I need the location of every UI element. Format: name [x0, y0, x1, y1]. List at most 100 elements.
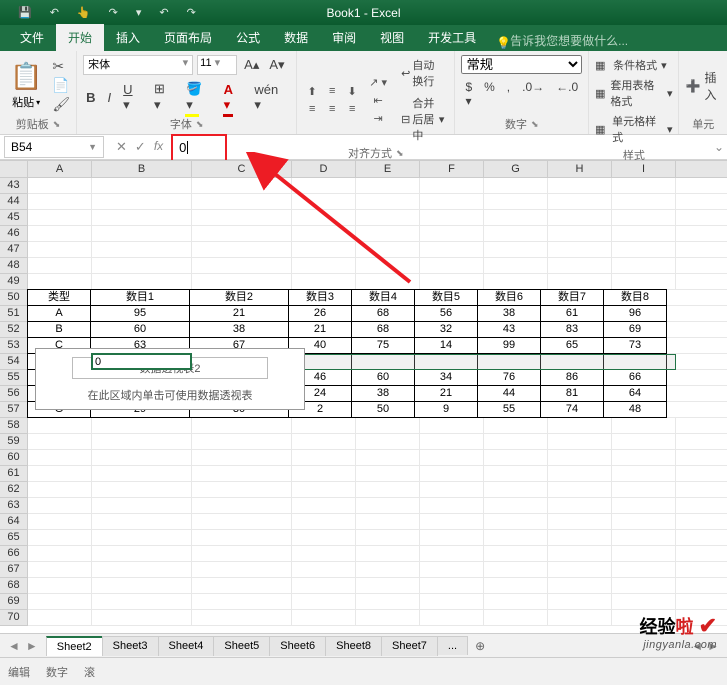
cell-E43[interactable]	[356, 178, 420, 193]
cell-H70[interactable]	[548, 610, 612, 625]
cell-B61[interactable]	[92, 466, 192, 481]
clipboard-launcher-icon[interactable]: ⬊	[53, 119, 61, 130]
cell-F60[interactable]	[420, 450, 484, 465]
cell-F68[interactable]	[420, 578, 484, 593]
col-header-H[interactable]: H	[548, 161, 612, 177]
cell-G49[interactable]	[484, 274, 548, 289]
cell-C52[interactable]: 38	[189, 321, 289, 338]
sheet-more[interactable]: ...	[437, 636, 468, 655]
cell-H69[interactable]	[548, 594, 612, 609]
cell-F55[interactable]: 34	[414, 369, 478, 386]
cell-E59[interactable]	[356, 434, 420, 449]
increase-decimal-icon[interactable]: .0→	[518, 78, 548, 110]
cell-I61[interactable]	[612, 466, 676, 481]
cell-I53[interactable]: 73	[603, 337, 667, 354]
cell-B66[interactable]	[92, 546, 192, 561]
cell-A68[interactable]	[28, 578, 92, 593]
cell-I59[interactable]	[612, 434, 676, 449]
cell-G61[interactable]	[484, 466, 548, 481]
select-all-button[interactable]	[0, 161, 28, 177]
cell-H68[interactable]	[548, 578, 612, 593]
cell-A62[interactable]	[28, 482, 92, 497]
cell-G52[interactable]: 43	[477, 321, 541, 338]
cell-B69[interactable]	[92, 594, 192, 609]
cell-D67[interactable]	[292, 562, 356, 577]
cell-I51[interactable]: 96	[603, 305, 667, 322]
font-name-select[interactable]: 宋体 ▾	[83, 55, 193, 75]
cell-G65[interactable]	[484, 530, 548, 545]
cell-G56[interactable]: 44	[477, 385, 541, 402]
name-box[interactable]: B54 ▼	[4, 136, 104, 158]
cell-B63[interactable]	[92, 498, 192, 513]
cell-F57[interactable]: 9	[414, 401, 478, 418]
cell-C47[interactable]	[192, 242, 292, 257]
cell-G53[interactable]: 99	[477, 337, 541, 354]
cell-B45[interactable]	[92, 210, 192, 225]
col-header-B[interactable]: B	[92, 161, 192, 177]
cell-I54[interactable]	[603, 353, 667, 370]
row-header-63[interactable]: 63	[0, 498, 27, 514]
cell-C65[interactable]	[192, 530, 292, 545]
cell-G50[interactable]: 数目6	[477, 289, 541, 306]
cell-F70[interactable]	[420, 610, 484, 625]
number-format-select[interactable]: 常规	[461, 55, 582, 74]
cell-H49[interactable]	[548, 274, 612, 289]
cell-D46[interactable]	[292, 226, 356, 241]
cell-C51[interactable]: 21	[189, 305, 289, 322]
row-header-48[interactable]: 48	[0, 258, 27, 274]
row-header-54[interactable]: 54	[0, 354, 27, 370]
cell-F50[interactable]: 数目5	[414, 289, 478, 306]
cell-F62[interactable]	[420, 482, 484, 497]
phonetic-button[interactable]: wén ▾	[251, 80, 290, 115]
row-header-67[interactable]: 67	[0, 562, 27, 578]
cell-H47[interactable]	[548, 242, 612, 257]
align-middle-icon[interactable]: ≡	[323, 83, 341, 99]
cell-B58[interactable]	[92, 418, 192, 433]
cell-D43[interactable]	[292, 178, 356, 193]
cell-I45[interactable]	[612, 210, 676, 225]
tab-dev[interactable]: 开发工具	[416, 24, 488, 51]
cell-C58[interactable]	[192, 418, 292, 433]
cell-H44[interactable]	[548, 194, 612, 209]
tab-insert[interactable]: 插入	[104, 24, 152, 51]
cell-B48[interactable]	[92, 258, 192, 273]
bold-button[interactable]: B	[83, 88, 98, 107]
cell-B62[interactable]	[92, 482, 192, 497]
cell-I66[interactable]	[612, 546, 676, 561]
cell-I67[interactable]	[612, 562, 676, 577]
sheet-tab-Sheet4[interactable]: Sheet4	[158, 636, 215, 656]
cell-B68[interactable]	[92, 578, 192, 593]
cell-E45[interactable]	[356, 210, 420, 225]
row-header-49[interactable]: 49	[0, 274, 27, 290]
currency-icon[interactable]: $ ▾	[461, 78, 476, 110]
insert-cells-button[interactable]: ➕插入	[685, 67, 721, 105]
cell-H52[interactable]: 83	[540, 321, 604, 338]
cell-G55[interactable]: 76	[477, 369, 541, 386]
row-header-46[interactable]: 46	[0, 226, 27, 242]
cell-I49[interactable]	[612, 274, 676, 289]
cell-D65[interactable]	[292, 530, 356, 545]
cell-E57[interactable]: 50	[351, 401, 415, 418]
tab-file[interactable]: 文件	[8, 24, 56, 51]
cell-H51[interactable]: 61	[540, 305, 604, 322]
percent-icon[interactable]: %	[480, 78, 499, 110]
cell-I55[interactable]: 66	[603, 369, 667, 386]
cell-I47[interactable]	[612, 242, 676, 257]
row-header-55[interactable]: 55	[0, 370, 27, 386]
enter-icon[interactable]: ✓	[135, 139, 146, 155]
cell-D45[interactable]	[292, 210, 356, 225]
decrease-font-icon[interactable]: A▾	[266, 55, 287, 75]
tell-me[interactable]: 💡 告诉我您想要做什么...	[496, 32, 628, 51]
cell-A58[interactable]	[28, 418, 92, 433]
cell-I69[interactable]	[612, 594, 676, 609]
tab-view[interactable]: 视图	[368, 24, 416, 51]
cell-F51[interactable]: 56	[414, 305, 478, 322]
cell-H63[interactable]	[548, 498, 612, 513]
decrease-decimal-icon[interactable]: ←.0	[552, 78, 582, 110]
cell-G66[interactable]	[484, 546, 548, 561]
cell-I64[interactable]	[612, 514, 676, 529]
cell-D61[interactable]	[292, 466, 356, 481]
border-button[interactable]: ⊞ ▾	[151, 79, 177, 115]
cell-C48[interactable]	[192, 258, 292, 273]
cell-A59[interactable]	[28, 434, 92, 449]
